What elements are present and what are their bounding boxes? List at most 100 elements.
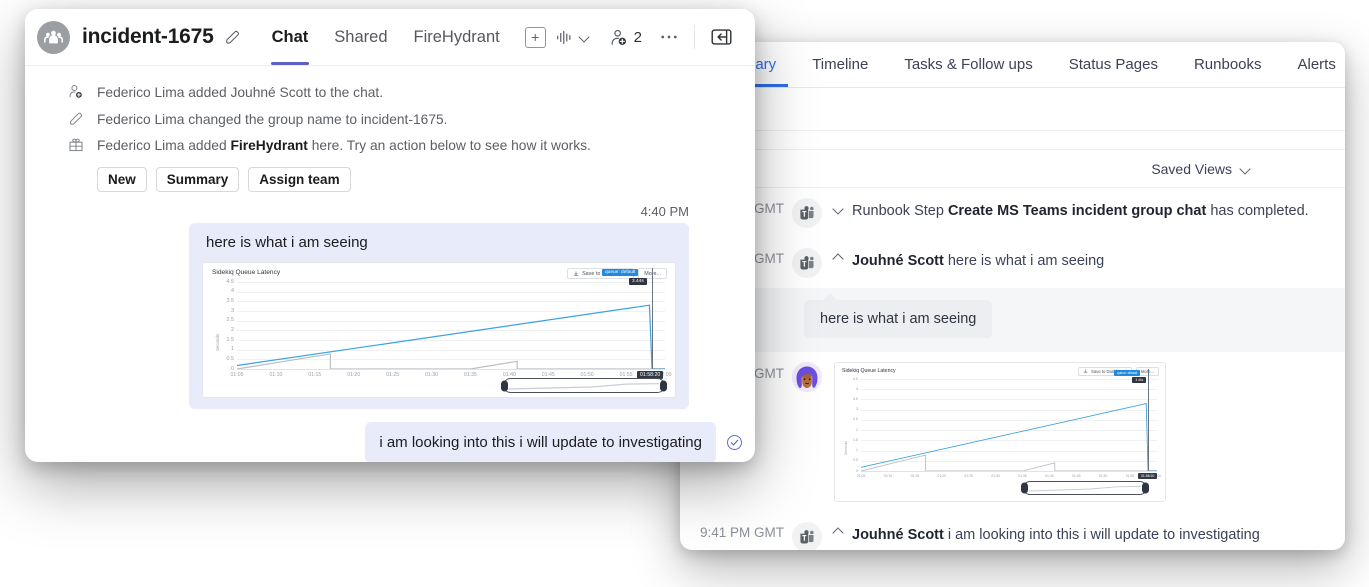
tab-alerts[interactable]: Alerts — [1280, 43, 1346, 87]
message-timestamp: 4:40 PM — [640, 204, 689, 220]
app-gift-icon — [65, 136, 87, 153]
tab-tasks-follow-ups[interactable]: Tasks & Follow ups — [886, 43, 1050, 87]
chart-series-line — [861, 402, 1157, 471]
save-dashboard-icon — [573, 270, 579, 276]
plus-icon[interactable]: + — [524, 26, 546, 48]
assign-team-button[interactable]: Assign team — [248, 167, 351, 193]
tab-status-pages[interactable]: Status Pages — [1051, 43, 1176, 87]
chart-title: Sidekiq Queue Latency — [842, 368, 896, 374]
chart-y-tick-label: 0 — [856, 468, 858, 473]
tab-firehydrant[interactable]: FireHydrant — [401, 9, 513, 65]
chart-y-tick-label: 0.5 — [853, 458, 858, 463]
save-dashboard-icon — [1083, 369, 1088, 374]
chart-y-tick-label: 2.5 — [853, 417, 858, 422]
open-panel-icon — [711, 29, 732, 45]
message-bubble: here is what i am seeing Sidekiq Queue L… — [189, 223, 689, 410]
pencil-icon[interactable] — [224, 29, 241, 46]
header-divider — [694, 25, 695, 49]
more-options-button[interactable] — [651, 34, 687, 40]
chart-x-tick-label: 01:25 — [964, 474, 973, 478]
system-message-added-app: Federico Lima added FireHydrant here. Tr… — [25, 133, 755, 160]
system-message-added-person: Federico Lima added Jouhné Scott to the … — [25, 80, 755, 107]
chat-header: incident-1675 Chat Shared FireHydrant + — [25, 9, 755, 66]
tab-runbooks[interactable]: Runbooks — [1176, 43, 1280, 87]
chart-x-tick-label: 01:10 — [883, 474, 893, 478]
call-button[interactable] — [547, 30, 599, 45]
app-name: FireHydrant — [230, 138, 308, 154]
chart-x-tick-label: 01:10 — [269, 372, 283, 379]
system-message-text: Federico Lima added FireHydrant here. Tr… — [97, 136, 591, 157]
chart-plot-area: 0 0.5 1 1.5 2 2.5 3 3.5 4 4.5 01:05 01:10 01:15 01:20… — [853, 369, 1161, 479]
message-preview: here is what i am seeing — [943, 253, 1105, 269]
expand-panel-button[interactable] — [702, 28, 741, 46]
message-bubble: i am looking into this i will update to … — [365, 422, 716, 462]
chart-plot-area[interactable]: 0 0.5 1 1.5 2 2.5 3 3.5 4 4.5 01:05 01:10 01:15 01:20… — [227, 268, 671, 380]
timeline-entry-text: Jouhné Scott here is what i am seeing — [832, 248, 1105, 272]
chart-y-tick-label: 0 — [231, 365, 234, 372]
timeline-entry-runbook-step[interactable]: GMT Runbook Step Create MS Teams inciden… — [680, 188, 1345, 238]
saved-views-control[interactable]: Saved Views — [680, 150, 1345, 188]
chart-y-tick-label: 2 — [231, 326, 234, 333]
chart-x-tick-label: 01:30 — [425, 372, 439, 379]
people-group-icon — [37, 20, 70, 54]
chevron-up-icon[interactable] — [832, 250, 845, 270]
system-message-text: Federico Lima changed the group name to … — [97, 111, 448, 127]
chart-series-tooltip: queue: default — [602, 269, 639, 277]
chat-tab-bar: Chat Shared FireHydrant + — [259, 9, 546, 65]
chevron-down-icon — [580, 32, 590, 42]
sent-check-circle-icon — [726, 434, 743, 451]
chart-x-tick-label: 01:05 — [856, 474, 866, 478]
member-count-button[interactable]: 2 — [599, 29, 651, 46]
panel-spacer-band — [680, 131, 1345, 150]
chart-y-tick-label: 4 — [856, 386, 858, 391]
chat-title: incident-1675 — [82, 25, 214, 48]
new-button[interactable]: New — [97, 167, 147, 193]
timeline-entry-message-1[interactable]: GMT Jouhné Scott here is what i am seein… — [680, 238, 1345, 288]
chart-y-tick-label: 1.5 — [853, 437, 858, 442]
add-person-icon — [65, 83, 87, 100]
chart-x-tick-label: 01:30 — [991, 474, 1000, 478]
chevron-down-icon[interactable] — [832, 200, 845, 220]
chart-y-tick-label: 3 — [231, 307, 234, 314]
system-message-renamed-group: Federico Lima changed the group name to … — [25, 107, 755, 134]
chart-cursor-line — [1148, 369, 1150, 471]
timeline-entry-message-2[interactable]: 9:41 PM GMT Jouhné Scott i am looking in… — [680, 512, 1345, 550]
tab-timeline[interactable]: Timeline — [794, 43, 886, 87]
chart-cursor-line — [652, 268, 654, 370]
tab-chat[interactable]: Chat — [259, 9, 322, 65]
author-name: Jouhné Scott — [852, 253, 944, 269]
range-handle-left[interactable] — [501, 380, 508, 392]
range-handle-right[interactable] — [660, 380, 667, 392]
panel-filter-band — [680, 88, 1345, 131]
tab-shared[interactable]: Shared — [321, 9, 400, 65]
chart-range-selector[interactable] — [1021, 481, 1149, 495]
chart-x-axis — [237, 369, 665, 371]
chart-x-tick-label: 01:35 — [463, 372, 477, 379]
incident-panel: Summary Timeline Tasks & Follow ups Stat… — [680, 42, 1345, 550]
chart-x-tick-label: 01:45 — [1072, 474, 1081, 478]
ms-teams-icon — [792, 522, 822, 550]
range-handle-right[interactable] — [1142, 482, 1149, 494]
timeline-entry-text: Jouhné Scott i am looking into this i wi… — [832, 522, 1260, 546]
chart-y-tick-label: 4 — [231, 288, 234, 295]
user-photo-avatar — [792, 362, 822, 392]
chart-x-tick-label: 01:20 — [937, 474, 946, 478]
message-text: here is what i am seeing — [206, 234, 368, 252]
author-name: Jouhné Scott — [852, 527, 944, 543]
sidekiq-latency-chart-small: Sidekiq Queue Latency Save to Dashboard … — [834, 362, 1166, 502]
ms-teams-icon — [792, 248, 822, 278]
runbook-text-before: Runbook Step — [852, 203, 948, 219]
chart-y-axis-label: Seconds — [844, 441, 848, 455]
timeline-chart-attachment: Sidekiq Queue Latency Save to Dashboard … — [834, 358, 1166, 502]
outgoing-message-1: here is what i am seeing Sidekiq Queue L… — [25, 223, 755, 410]
chevron-up-icon[interactable] — [832, 524, 845, 544]
chart-series-layer — [861, 402, 1157, 471]
chart-y-tick-label: 0.5 — [226, 355, 235, 362]
chart-y-tick-label: 4.5 — [226, 278, 235, 285]
audio-waveform-icon — [556, 30, 571, 44]
chart-y-tick-label: 1.5 — [226, 336, 235, 343]
chart-range-selector[interactable] — [501, 378, 667, 394]
summary-button[interactable]: Summary — [155, 167, 240, 193]
range-handle-left[interactable] — [1021, 482, 1028, 494]
sidekiq-latency-chart-large[interactable]: Sidekiq Queue Latency Save to Dashboard … — [202, 262, 676, 399]
